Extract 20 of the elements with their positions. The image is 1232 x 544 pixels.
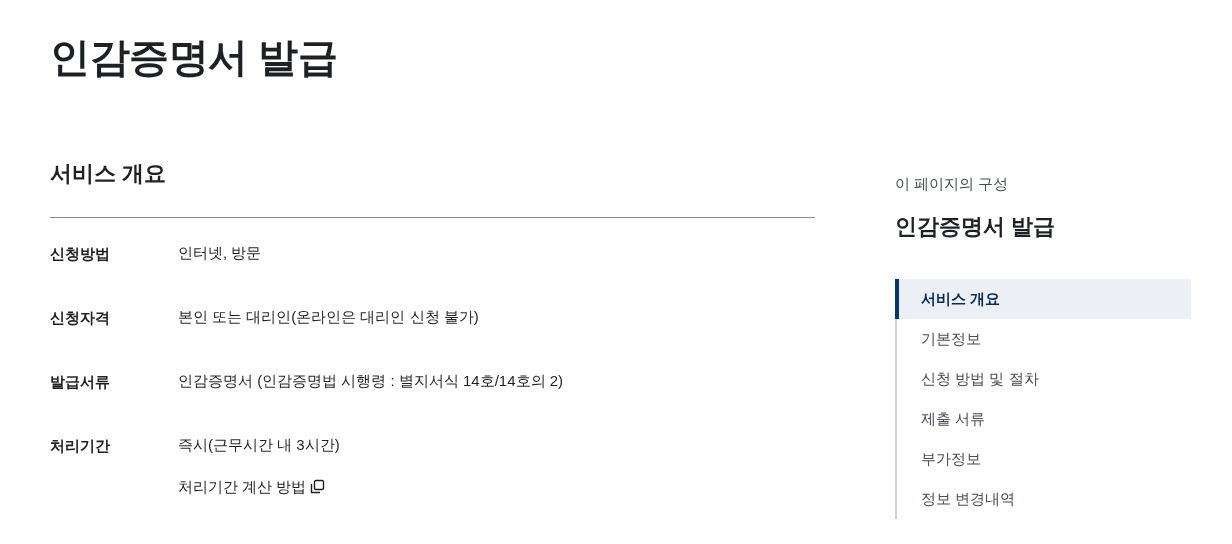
toc-item[interactable]: 제출 서류 xyxy=(897,399,1191,439)
toc-item[interactable]: 서비스 개요 xyxy=(895,279,1191,319)
field-label: 발급서류 xyxy=(50,373,110,390)
field-value: 즉시(근무시간 내 3시간) xyxy=(178,435,340,455)
field-label: 처리기간 xyxy=(50,437,110,454)
toc-item[interactable]: 기본정보 xyxy=(897,319,1191,359)
toc-caption: 이 페이지의 구성 xyxy=(895,174,1009,194)
field-label: 신청방법 xyxy=(50,245,110,262)
toc-item[interactable]: 정보 변경내역 xyxy=(897,479,1191,519)
calculation-link[interactable]: 처리기간 계산 방법 xyxy=(178,476,326,497)
toc-title: 인감증명서 발급 xyxy=(895,214,1056,239)
field-label: 신청자격 xyxy=(50,309,110,326)
section-heading: 서비스 개요 xyxy=(50,160,167,188)
page-title: 인감증명서 발급 xyxy=(50,34,338,81)
field-value: 인감증명서 (인감증명법 시행령 : 별지서식 14호/14호의 2) xyxy=(178,371,564,391)
toc-item[interactable]: 신청 방법 및 절차 xyxy=(897,359,1191,399)
toc-item[interactable]: 부가정보 xyxy=(897,439,1191,479)
new-window-icon xyxy=(310,479,326,494)
field-value: 인터넷, 방문 xyxy=(178,243,262,263)
field-value: 본인 또는 대리인(온라인은 대리인 신청 불가) xyxy=(178,307,479,327)
